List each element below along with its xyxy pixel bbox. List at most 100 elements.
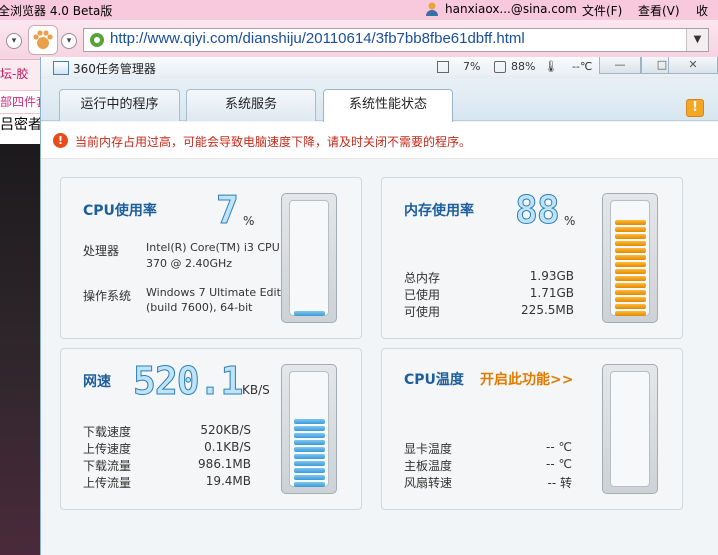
meter-segment [615,241,646,246]
meter-segment [294,440,325,445]
address-dropdown-icon[interactable]: ▼ [686,29,708,51]
memory-used-label: 已使用 [404,288,441,302]
browser-title-bar: 安全浏览器 4.0 Beta版 hanxiaox...@sina.com 文件(… [0,0,718,35]
board-temp-value: -- ℃ [546,457,572,471]
temperature-stat: --℃ [572,60,593,73]
network-speed-title: 网速 [83,374,111,390]
close-button[interactable]: ✕ [668,57,718,74]
gpu-temp-label: 显卡温度 [404,442,453,456]
task-manager-window: 360任务管理器 7% 88% 🌡 --℃ — □ ✕ 运行中的程序 系统服务 … [40,57,718,555]
download-traffic-label: 下载流量 [83,459,132,473]
memory-usage-meter [602,193,658,323]
download-speed-value: 520KB/S [200,423,251,437]
user-account[interactable]: hanxiaox...@sina.com [445,2,577,16]
background-text: 吕密者 [0,114,40,136]
meter-segment [294,468,325,473]
address-bar[interactable]: http://www.qiyi.com/dianshiju/20110614/3… [83,28,709,52]
cpu-usage-panel: CPU使用率 7 % 处理器 Intel(R) Core(TM) i3 CPU … [60,177,362,339]
menu-file[interactable]: 文件(F) [582,2,622,19]
meter-segment [615,227,646,232]
cpu-chip-icon [437,61,449,73]
task-manager-logo-icon [53,61,69,75]
meter-segment [294,433,325,438]
cpu-temperature-panel: CPU温度 开启此功能>> 显卡温度 -- ℃ 主板温度 -- ℃ 风扇转速 -… [381,348,683,510]
memory-stat: 88% [511,60,536,73]
memory-alert-bar: ! 当前内存占用过高，可能会导致电脑速度下降，请及时关闭不需要的程序。 [41,122,718,159]
thermometer-icon: 🌡 [544,60,558,73]
tab-running-programs[interactable]: 运行中的程序 [59,89,180,121]
meter-segment [615,311,646,316]
cpu-usage-title: CPU使用率 [83,203,157,219]
upload-speed-value: 0.1KB/S [204,440,251,454]
os-label: 操作系统 [83,289,132,303]
task-manager-tabs: 运行中的程序 系统服务 系统性能状态 ! [41,79,718,122]
meter-segment [615,248,646,253]
meter-segment [615,269,646,274]
alert-icon: ! [53,133,68,148]
cpu-temperature-meter [602,364,658,494]
meter-segment [294,482,325,487]
meter-segment [615,283,646,288]
processor-value-line1: Intel(R) Core(TM) i3 CPU M [146,241,293,254]
fan-speed-label: 风扇转速 [404,476,453,490]
network-speed-panel: 网速 520.1 KB/S 下载速度 520KB/S 上传速度 0.1KB/S … [60,348,362,510]
task-manager-title: 360任务管理器 [73,62,156,76]
minimize-button[interactable]: — [599,57,641,74]
meter-segment [615,304,646,309]
download-speed-label: 下载速度 [83,425,132,439]
meter-segment [615,290,646,295]
warning-badge-icon[interactable]: ! [686,99,704,117]
background-link[interactable]: 部四件套 [0,90,40,114]
tab-system-performance[interactable]: 系统性能状态 [323,89,453,122]
meter-segment [615,220,646,225]
browser-nav-bar: ▾ ▾ http://www.qiyi.com/dianshiju/201106… [0,20,718,60]
memory-icon [494,61,506,73]
meter-segment [615,234,646,239]
background-video-area [0,144,40,555]
cpu-usage-unit: % [243,214,255,228]
cpu-usage-value: 7 [216,188,240,233]
memory-usage-unit: % [564,214,576,228]
meter-segment [294,419,325,424]
download-traffic-value: 986.1MB [198,457,251,471]
memory-available-value: 225.5MB [521,303,574,317]
tab-system-services[interactable]: 系统服务 [186,89,316,121]
meter-segment [294,447,325,452]
back-dropdown-icon[interactable]: ▾ [6,33,22,49]
meter-segment [294,426,325,431]
gpu-temp-value: -- ℃ [546,440,572,454]
memory-total-value: 1.93GB [529,269,574,283]
upload-speed-label: 上传速度 [83,442,132,456]
meter-segment [615,262,646,267]
paw-home-button[interactable] [28,25,58,55]
meter-segment [294,311,325,316]
memory-available-label: 可使用 [404,305,441,319]
network-speed-unit: KB/S [242,383,270,397]
background-page-strip: 坛-胶 部四件套 吕密者 [0,60,40,555]
memory-used-value: 1.71GB [529,286,574,300]
cpu-usage-meter [281,193,337,323]
paw-icon [33,30,53,49]
memory-usage-panel: 内存使用率 88 % 总内存 1.93GB 已使用 1.71GB 可使用 225… [381,177,683,339]
task-manager-title-bar[interactable]: 360任务管理器 7% 88% 🌡 --℃ — □ ✕ [41,57,718,79]
meter-segment [615,297,646,302]
enable-temperature-link[interactable]: 开启此功能>> [480,369,573,389]
cpu-temperature-title: CPU温度 [404,372,464,388]
cpu-stat: 7% [463,60,481,73]
menu-view[interactable]: 查看(V) [638,2,680,19]
meter-segment [294,475,325,480]
meter-segment [615,276,646,281]
paw-dropdown-icon[interactable]: ▾ [61,33,77,49]
upload-traffic-value: 19.4MB [205,474,251,488]
background-tab[interactable]: 坛-胶 [0,60,40,90]
board-temp-label: 主板温度 [404,459,453,473]
fan-speed-value: -- 转 [547,476,572,490]
browser-title: 安全浏览器 4.0 Beta版 [0,4,113,18]
user-avatar-icon[interactable] [424,1,440,17]
memory-usage-value: 88 [515,188,561,233]
url-text[interactable]: http://www.qiyi.com/dianshiju/20110614/3… [110,30,525,47]
memory-total-label: 总内存 [404,271,441,285]
meter-segment [294,461,325,466]
os-value-line1: Windows 7 Ultimate Edition [146,286,298,299]
upload-traffic-label: 上传流量 [83,476,132,490]
